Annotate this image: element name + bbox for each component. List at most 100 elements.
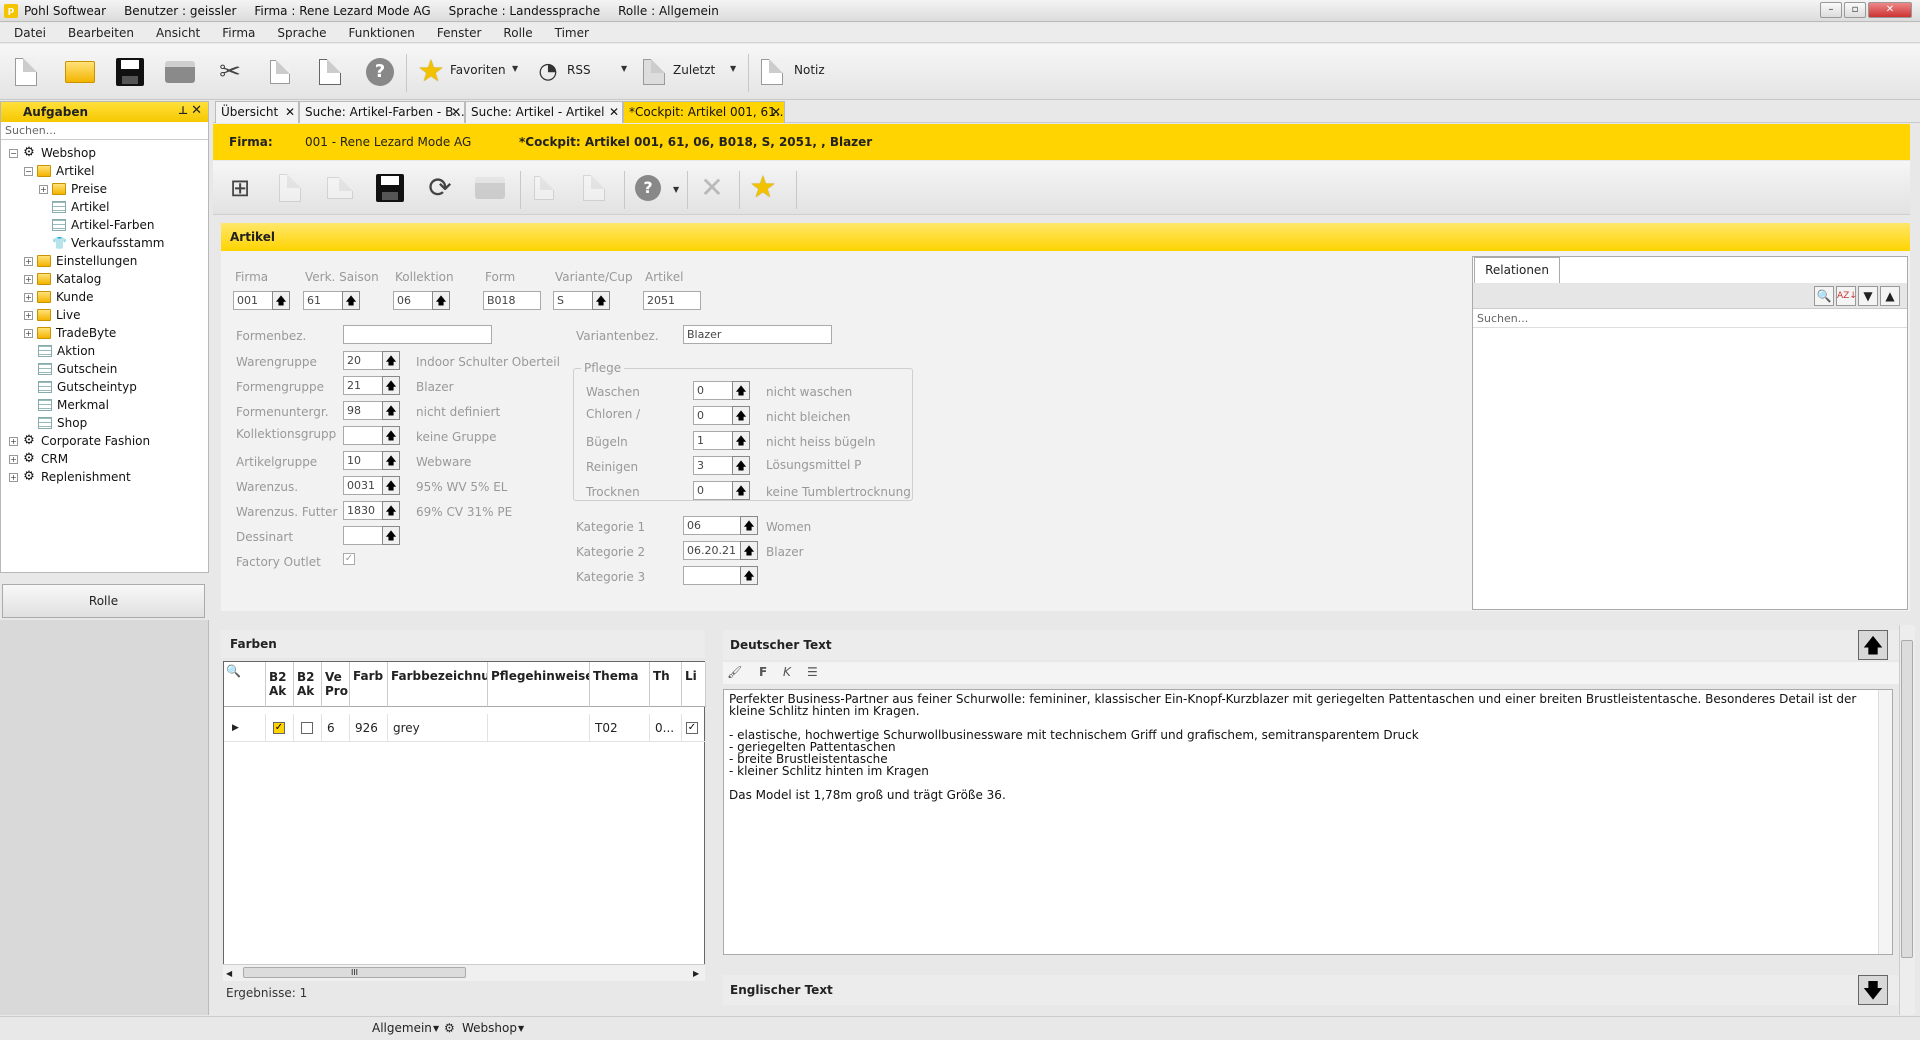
li-checkbox[interactable]: ✓ [686,722,698,734]
tree-item-preise[interactable]: + Preise [39,180,107,198]
menu-datei[interactable]: Datei [0,26,54,40]
status-module[interactable]: Webshop [462,1021,517,1035]
chloren-lookup-button[interactable]: 🡅 [732,406,750,425]
menu-firma[interactable]: Firma [208,26,263,40]
tree-item-kunde[interactable]: + Kunde [24,288,93,306]
tab-uebersicht[interactable]: Übersicht ✕ [215,101,299,123]
chevron-down-icon[interactable]: ▼ [518,1024,524,1033]
factory-outlet-checkbox[interactable]: ✓ [343,553,355,565]
menu-timer[interactable]: Timer [541,26,597,40]
paste-button[interactable] [575,169,613,207]
kategorie2-input[interactable]: 06.20.21 [683,541,741,560]
tab-cockpit-artikel[interactable]: *Cockpit: Artikel 001, 61... ✕ [623,101,785,123]
waschen-lookup-button[interactable]: 🡅 [732,381,750,400]
chevron-down-icon[interactable]: ▼ [433,1024,439,1033]
print-button[interactable] [471,169,509,207]
kategorie3-lookup-button[interactable]: 🡅 [740,566,758,585]
reinigen-lookup-button[interactable]: 🡅 [732,456,750,475]
close-icon[interactable]: ✕ [451,102,461,122]
formenbez-input[interactable] [343,325,492,344]
pin-icon[interactable]: ⊥ [178,104,188,117]
tree-item-webshop[interactable]: − ⚙ Webshop [9,144,96,162]
b2ak-1-checkbox[interactable]: ✓ [273,722,285,734]
menu-fenster[interactable]: Fenster [423,26,490,40]
kollektion-input[interactable]: 06 [393,291,433,310]
copy-button[interactable] [525,169,563,207]
trocknen-input[interactable]: 0 [693,481,733,500]
collapse-icon[interactable]: − [24,166,33,176]
scroll-left-icon[interactable]: ◀ [226,969,232,978]
expand-englischer-text-button[interactable]: 🡇 [1858,975,1888,1005]
save-button[interactable] [371,169,409,207]
open-folder-button[interactable] [60,52,100,92]
layout-button[interactable]: ⊞ [221,169,259,207]
firma-input[interactable]: 001 [233,291,273,310]
copy-button[interactable] [260,52,300,92]
bullet-list-icon[interactable]: ☰ [807,665,818,679]
formengruppe-lookup-button[interactable]: 🡅 [382,376,400,395]
relationen-down-button[interactable]: ▼ [1858,286,1878,306]
notiz-button[interactable] [752,52,792,92]
tree-item-gutschein[interactable]: Gutschein [38,360,117,378]
maximize-button[interactable]: ▫ [1844,2,1866,18]
kollektionsgrupp-lookup-button[interactable]: 🡅 [382,426,400,445]
favorite-button[interactable]: ★ [744,169,782,207]
kollektionsgrupp-input[interactable] [343,426,383,445]
tree-item-gutscheintyp[interactable]: Gutscheintyp [38,378,137,396]
chevron-down-icon[interactable]: ▼ [512,64,518,73]
paste-button[interactable] [310,52,350,92]
close-icon[interactable]: ✕ [285,102,295,122]
column-header-th[interactable]: Th [650,662,682,707]
grid-search-header[interactable]: 🔍 [224,662,266,707]
formenuntergr-input[interactable]: 98 [343,401,383,420]
variante-lookup-button[interactable]: 🡅 [592,291,610,310]
tree-item-corporate-fashion[interactable]: + ⚙ Corporate Fashion [9,432,150,450]
format-painter-icon[interactable]: 🖌 [727,665,742,679]
expand-icon[interactable]: + [9,454,18,464]
tab-suche-artikel[interactable]: Suche: Artikel - Artikel ✕ [465,101,623,123]
help-button[interactable]: ? [629,169,667,207]
rss-label[interactable]: RSS [567,63,591,77]
warenzus-futter-lookup-button[interactable]: 🡅 [382,501,400,520]
expand-icon[interactable]: + [24,256,33,266]
tree-item-replenishment[interactable]: + ⚙ Replenishment [9,468,131,486]
collapse-deutscher-text-button[interactable]: 🡅 [1858,630,1888,660]
editor-vertical-scrollbar[interactable] [1878,690,1892,954]
cut-button[interactable]: ✂ [210,52,250,92]
expand-icon[interactable]: + [9,436,18,446]
minimize-button[interactable]: – [1820,2,1842,18]
refresh-button[interactable]: ⟳ [421,169,459,207]
new-document-button[interactable] [6,52,46,92]
favoriten-button[interactable]: ★ [411,52,451,92]
column-header-pflegehinweise[interactable]: Pflegehinweise [488,662,590,707]
tree-item-shop[interactable]: Shop [38,414,87,432]
firma-lookup-button[interactable]: 🡅 [272,291,290,310]
tab-relationen[interactable]: Relationen [1474,257,1560,283]
b2ak-2-checkbox[interactable] [301,722,313,734]
kategorie3-input[interactable] [683,566,741,585]
collapse-icon[interactable]: − [9,148,18,158]
reinigen-input[interactable]: 3 [693,456,733,475]
help-button[interactable]: ? [360,52,400,92]
close-icon[interactable]: ✕ [191,103,202,118]
tree-item-tradebyte[interactable]: + TradeByte [24,324,116,342]
column-header-b2ak-1[interactable]: B2 Ak [266,662,294,707]
rolle-button[interactable]: Rolle [2,584,205,618]
kollektion-lookup-button[interactable]: 🡅 [432,291,450,310]
warengruppe-input[interactable]: 20 [343,351,383,370]
close-icon[interactable]: ✕ [609,102,619,122]
relationen-search-input[interactable]: Suchen... [1473,309,1907,328]
tree-item-artikel[interactable]: − Artikel [24,162,94,180]
notiz-label[interactable]: Notiz [794,63,825,77]
expand-icon[interactable]: + [9,472,18,482]
tree-item-artikel-list[interactable]: Artikel [52,198,109,216]
column-header-farb[interactable]: Farb [350,662,388,707]
tree-item-einstellungen[interactable]: + Einstellungen [24,252,137,270]
kategorie1-lookup-button[interactable]: 🡅 [740,516,758,535]
variante-input[interactable]: S [553,291,593,310]
zuletzt-label[interactable]: Zuletzt [673,63,715,77]
scroll-right-icon[interactable]: ▶ [693,969,699,978]
warenzus-lookup-button[interactable]: 🡅 [382,476,400,495]
save-button[interactable] [110,52,150,92]
menu-funktionen[interactable]: Funktionen [335,26,423,40]
